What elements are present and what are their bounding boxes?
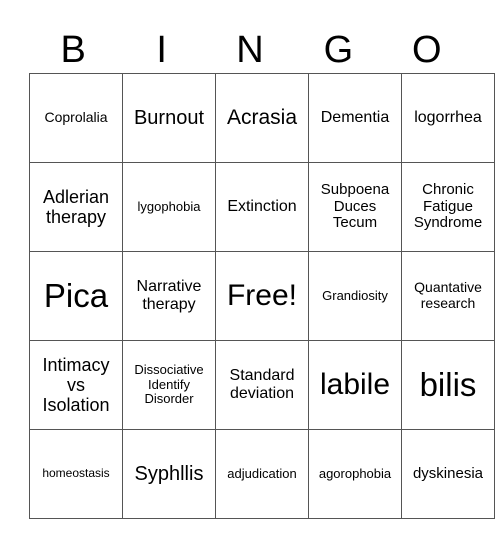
bingo-cell[interactable]: homeostasis — [29, 429, 123, 519]
bingo-row: Intimacy vs Isolation Dissociative Identi… — [29, 340, 495, 430]
bingo-cell[interactable]: dyskinesia — [401, 429, 495, 519]
bingo-cell[interactable]: Intimacy vs Isolation — [29, 340, 123, 430]
bingo-cell[interactable]: Dissociative Identify Disorder — [122, 340, 216, 430]
bingo-cell[interactable]: Narrative therapy — [122, 251, 216, 341]
header-letter-o: O — [412, 29, 442, 71]
bingo-cell[interactable]: adjudication — [215, 429, 309, 519]
bingo-cell[interactable]: Dementia — [308, 73, 402, 163]
bingo-cell[interactable]: Extinction — [215, 162, 309, 252]
bingo-cell[interactable]: bilis — [401, 340, 495, 430]
free-space-cell[interactable]: Free! — [215, 251, 309, 341]
header-letter-b: B — [60, 29, 86, 71]
bingo-cell[interactable]: labile — [308, 340, 402, 430]
bingo-cell[interactable]: Grandiosity — [308, 251, 402, 341]
bingo-row: Adlerian therapy lygophobia Extinction Subp… — [29, 162, 495, 252]
bingo-cell[interactable]: logorrhea — [401, 73, 495, 163]
bingo-cell[interactable]: Coprolalia — [29, 73, 123, 163]
bingo-cell[interactable]: lygophobia — [122, 162, 216, 252]
bingo-header: B I N G O — [29, 28, 471, 72]
header-letter-n: N — [236, 29, 264, 71]
bingo-row: homeostasis Syphllis adjudication agorophob… — [29, 429, 495, 519]
bingo-cell[interactable]: Chronic Fatigue Syndrome — [401, 162, 495, 252]
bingo-cell[interactable]: Syphllis — [122, 429, 216, 519]
bingo-cell[interactable]: Burnout — [122, 73, 216, 163]
bingo-cell[interactable]: Adlerian therapy — [29, 162, 123, 252]
bingo-cell[interactable]: Standard deviation — [215, 340, 309, 430]
bingo-cell[interactable]: Pica — [29, 251, 123, 341]
bingo-cell[interactable]: Quantative research — [401, 251, 495, 341]
bingo-cell[interactable]: agorophobia — [308, 429, 402, 519]
bingo-row: Coprolalia Burnout Acrasia Dementia logorrhe… — [29, 73, 495, 163]
bingo-row: Pica Narrative therapy Free! Grandiosity Qua… — [29, 251, 495, 341]
bingo-card: Coprolalia Burnout Acrasia Dementia logorrhe… — [29, 73, 495, 519]
bingo-cell[interactable]: Acrasia — [215, 73, 309, 163]
header-letter-i: I — [156, 29, 167, 71]
bingo-cell[interactable]: Subpoena Duces Tecum — [308, 162, 402, 252]
header-letter-g: G — [323, 29, 354, 71]
